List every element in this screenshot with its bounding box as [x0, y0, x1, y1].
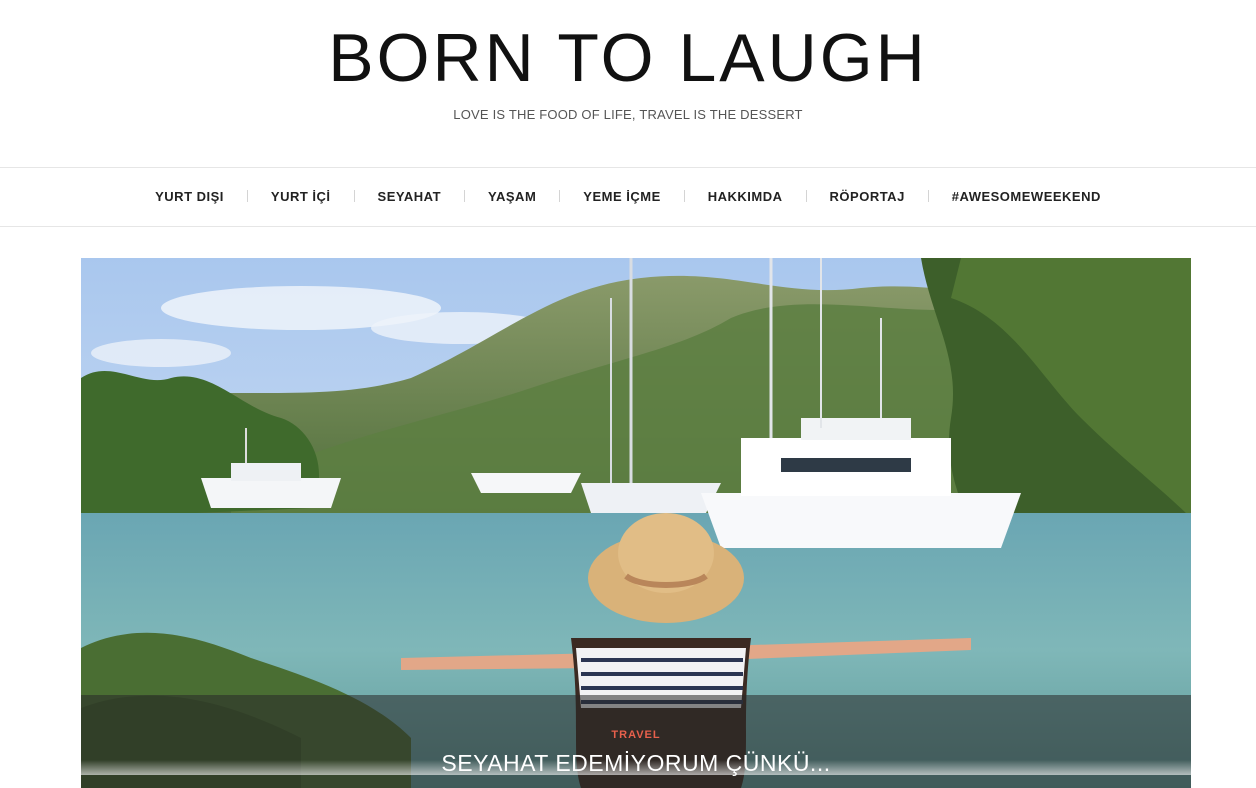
- nav-item-awesomeweekend: #AWESOMEWEEKEND: [929, 189, 1124, 204]
- nav-item-roportaj: RÖPORTAJ: [807, 189, 928, 204]
- featured-category[interactable]: TRAVEL: [81, 729, 1191, 741]
- nav-item-hakkimda: HAKKIMDA: [685, 189, 806, 204]
- site-tagline: LOVE IS THE FOOD OF LIFE, TRAVEL IS THE …: [453, 107, 803, 122]
- nav-link-awesomeweekend[interactable]: #AWESOMEWEEKEND: [929, 189, 1124, 204]
- nav-item-yasam: YAŞAM: [465, 189, 559, 204]
- nav-link-yasam[interactable]: YAŞAM: [465, 189, 559, 204]
- nav-item-seyahat: SEYAHAT: [355, 189, 464, 204]
- nav-item-yeme-icme: YEME İÇME: [560, 189, 683, 204]
- nav-list: YURT DIŞI YURT İÇİ SEYAHAT YAŞAM YEME İÇ…: [0, 167, 1256, 225]
- nav-link-seyahat[interactable]: SEYAHAT: [355, 189, 464, 204]
- nav-item-yurt-ici: YURT İÇİ: [248, 189, 354, 204]
- nav-link-hakkimda[interactable]: HAKKIMDA: [685, 189, 806, 204]
- bottom-fade: [0, 760, 1256, 775]
- nav-link-yeme-icme[interactable]: YEME İÇME: [560, 189, 683, 204]
- nav-link-roportaj[interactable]: RÖPORTAJ: [807, 189, 928, 204]
- featured-post[interactable]: TRAVEL SEYAHAT EDEMİYORUM ÇÜNKÜ...: [81, 258, 1191, 788]
- site-header: BORN TO LAUGH LOVE IS THE FOOD OF LIFE, …: [0, 0, 1256, 168]
- nav-item-yurt-disi: YURT DIŞI: [132, 189, 247, 204]
- main-nav: YURT DIŞI YURT İÇİ SEYAHAT YAŞAM YEME İÇ…: [0, 167, 1256, 227]
- nav-link-yurt-disi[interactable]: YURT DIŞI: [132, 189, 247, 204]
- nav-link-yurt-ici[interactable]: YURT İÇİ: [248, 189, 354, 204]
- site-title[interactable]: BORN TO LAUGH: [0, 20, 1256, 96]
